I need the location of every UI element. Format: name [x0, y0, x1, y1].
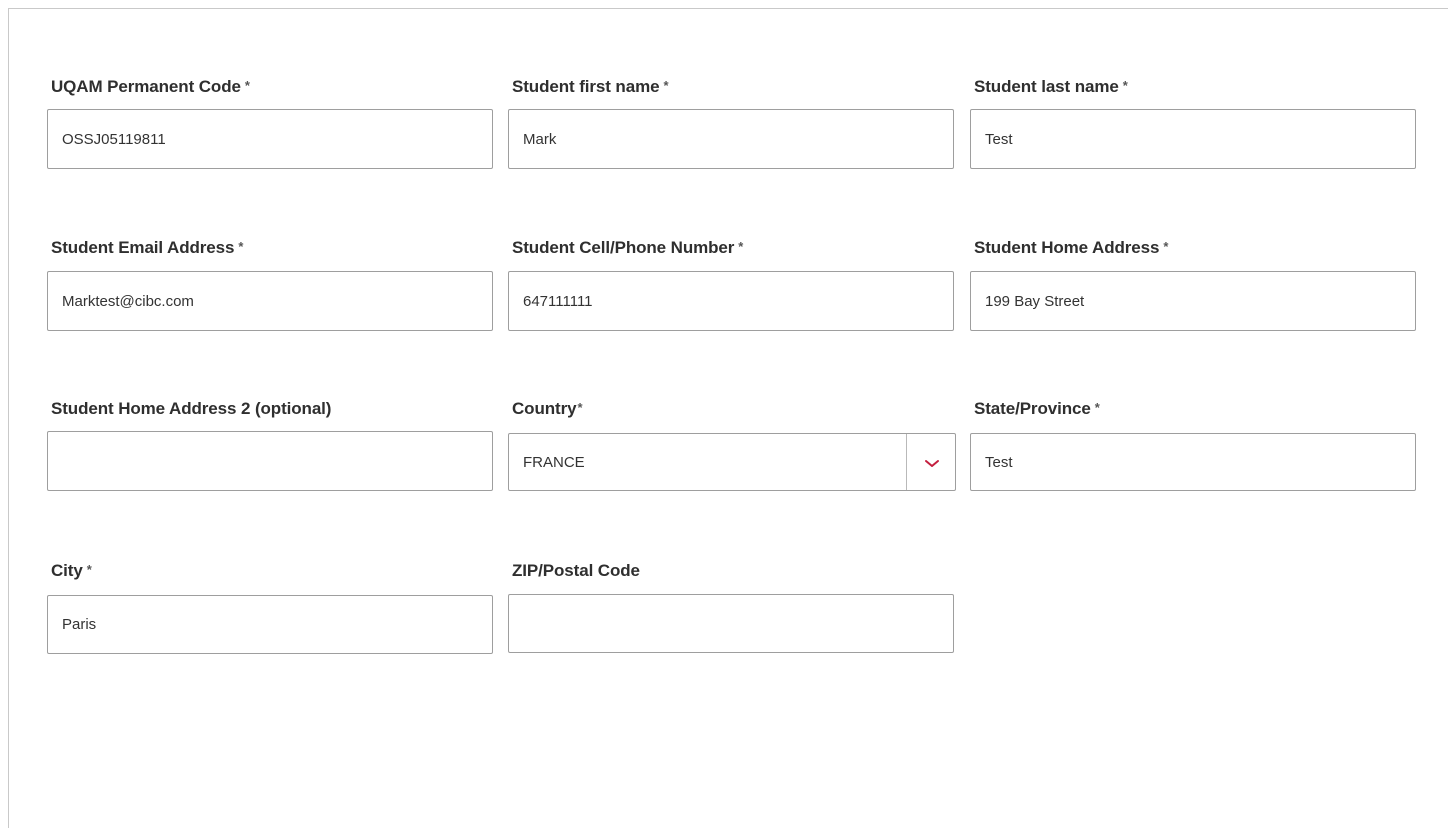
- city-value: Paris: [62, 616, 97, 633]
- last-name-input[interactable]: Test: [970, 109, 1416, 169]
- email-label: Student Email Address *: [51, 238, 243, 258]
- email-value: Marktest@cibc.com: [62, 292, 194, 310]
- required-marker: *: [86, 562, 92, 577]
- first-name-value: Mark: [523, 130, 557, 148]
- phone-label-text: Student Cell/Phone Number: [512, 238, 735, 257]
- required-marker: *: [577, 400, 583, 415]
- required-marker: *: [1094, 400, 1100, 415]
- home-address-input[interactable]: 199 Bay Street: [970, 271, 1416, 331]
- last-name-label-text: Student last name: [974, 77, 1119, 96]
- home-address-label-text: Student Home Address: [974, 238, 1160, 257]
- chevron-down-icon[interactable]: [923, 456, 941, 470]
- state-label: State/Province *: [974, 399, 1100, 419]
- state-input[interactable]: Test: [970, 433, 1416, 491]
- form-panel: UQAM Permanent Code * OSSJ05119811 Studen…: [8, 8, 1448, 828]
- city-label: City *: [51, 561, 92, 581]
- first-name-label-text: Student first name: [512, 77, 660, 96]
- select-divider: [906, 434, 907, 490]
- required-marker: *: [738, 239, 744, 254]
- first-name-input[interactable]: Mark: [508, 109, 954, 169]
- home-address-2-input[interactable]: [47, 431, 493, 491]
- zip-label: ZIP/Postal Code: [512, 561, 640, 581]
- permanent-code-label: UQAM Permanent Code *: [51, 77, 250, 97]
- permanent-code-input[interactable]: OSSJ05119811: [47, 109, 493, 169]
- country-select[interactable]: FRANCE: [508, 433, 956, 491]
- permanent-code-value: OSSJ05119811: [62, 130, 166, 148]
- home-address-label: Student Home Address *: [974, 238, 1168, 258]
- phone-input[interactable]: 647111111: [508, 271, 954, 331]
- country-selected-value: FRANCE: [523, 453, 585, 471]
- zip-input[interactable]: [508, 594, 954, 653]
- required-marker: *: [238, 239, 244, 254]
- required-marker: *: [1122, 78, 1128, 93]
- country-label-text: Country: [512, 399, 577, 418]
- state-label-text: State/Province: [974, 399, 1091, 418]
- required-marker: *: [1163, 239, 1169, 254]
- home-address-2-label: Student Home Address 2 (optional): [51, 399, 331, 419]
- phone-value: 647111111: [523, 292, 593, 310]
- phone-label: Student Cell/Phone Number *: [512, 238, 743, 258]
- required-marker: *: [244, 78, 250, 93]
- first-name-label: Student first name *: [512, 77, 669, 97]
- last-name-label: Student last name *: [974, 77, 1128, 97]
- city-input[interactable]: Paris: [47, 595, 493, 654]
- email-label-text: Student Email Address: [51, 238, 235, 257]
- home-address-value: 199 Bay Street: [985, 292, 1085, 310]
- zip-label-text: ZIP/Postal Code: [512, 561, 640, 580]
- city-label-text: City: [51, 561, 83, 580]
- country-label: Country*: [512, 399, 583, 419]
- permanent-code-label-text: UQAM Permanent Code: [51, 77, 241, 96]
- home-address-2-label-text: Student Home Address 2 (optional): [51, 399, 332, 418]
- email-input[interactable]: Marktest@cibc.com: [47, 271, 493, 331]
- state-value: Test: [985, 453, 1013, 471]
- required-marker: *: [663, 78, 669, 93]
- last-name-value: Test: [985, 130, 1013, 148]
